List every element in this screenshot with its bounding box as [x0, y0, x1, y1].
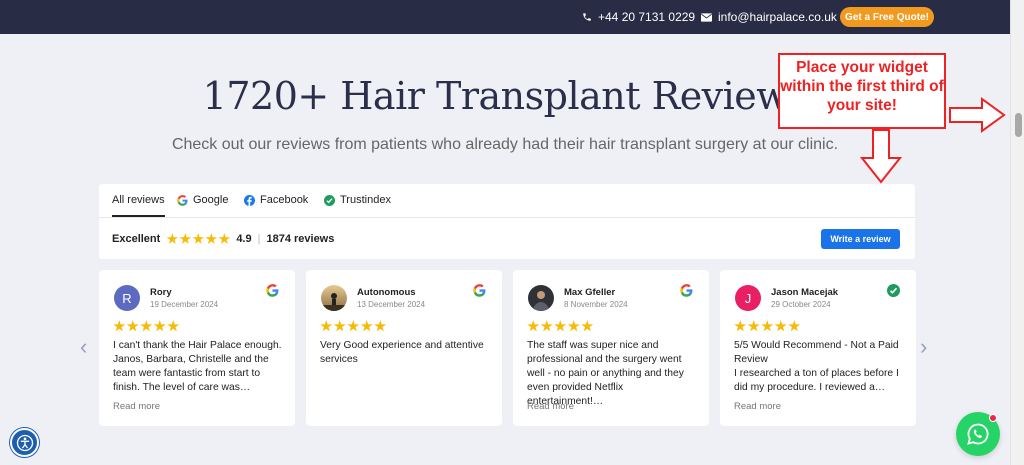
review-count: 1874 reviews — [266, 233, 335, 245]
rating-label: Excellent — [112, 233, 161, 245]
rating-separator: | — [257, 233, 261, 245]
arrow-down-icon — [860, 129, 902, 184]
reviewer-name: Max Gfeller — [564, 287, 616, 298]
review-card: J Jason Macejak 29 October 2024 5/5 Woul… — [720, 270, 916, 426]
rating-summary: Excellent 4.9 | 1874 reviews — [112, 233, 334, 245]
star-icon — [540, 320, 553, 332]
review-stars — [113, 320, 180, 333]
star-icon — [761, 320, 774, 332]
star-icon — [527, 320, 540, 332]
review-card: Max Gfeller 8 November 2024 The staff wa… — [513, 270, 709, 426]
star-icon — [113, 320, 126, 332]
google-icon — [177, 194, 188, 206]
tab-label: Google — [193, 194, 229, 206]
top-bar: +44 20 7131 0229 info@hairpalace.co.uk G… — [0, 0, 1010, 34]
whatsapp-icon — [967, 423, 989, 445]
reviewer-name: Rory — [150, 287, 172, 298]
review-date: 19 December 2024 — [150, 300, 219, 309]
star-icon — [218, 233, 231, 244]
trustindex-icon — [324, 194, 335, 206]
star-icon — [205, 233, 218, 244]
star-icon — [567, 320, 580, 332]
write-review-button[interactable]: Write a review — [821, 229, 900, 249]
star-icon — [347, 320, 360, 332]
star-icon — [747, 320, 760, 332]
tab-label: Trustindex — [340, 194, 391, 206]
star-icon — [374, 320, 387, 332]
star-icon — [153, 320, 166, 332]
facebook-icon — [244, 194, 255, 206]
review-text: Very Good experience and attentive servi… — [320, 340, 484, 365]
person-photo-icon — [533, 291, 549, 311]
read-more-link[interactable]: Read more — [113, 401, 160, 412]
star-icon — [166, 233, 179, 244]
reviewer-name: Jason Macejak — [771, 287, 839, 298]
reviews-widget: All reviews Google Facebook Trustindex E… — [99, 184, 915, 259]
summary-stars — [166, 233, 231, 245]
envelope-icon — [701, 12, 712, 22]
tab-trustindex[interactable]: Trustindex — [324, 194, 391, 206]
review-tabs: All reviews Google Facebook Trustindex — [99, 184, 915, 218]
notification-dot — [989, 414, 997, 422]
star-icon — [360, 320, 373, 332]
review-date: 29 October 2024 — [771, 300, 831, 309]
avatar: R — [114, 285, 140, 311]
phone-icon — [583, 13, 591, 21]
accessibility-button[interactable] — [10, 428, 39, 457]
review-card: Autonomous 13 December 2024 Very Good ex… — [306, 270, 502, 426]
star-icon — [333, 320, 346, 332]
star-icon — [320, 320, 333, 332]
avatar — [528, 285, 554, 311]
phone-number: +44 20 7131 0229 — [598, 10, 696, 24]
scrollbar-thumb[interactable] — [1015, 113, 1022, 137]
email-address: info@hairpalace.co.uk — [718, 10, 837, 24]
phone-link[interactable]: +44 20 7131 0229 — [582, 10, 695, 24]
google-icon — [266, 284, 279, 297]
google-icon — [680, 284, 693, 297]
star-icon — [581, 320, 594, 332]
star-icon — [167, 320, 180, 332]
star-icon — [788, 320, 801, 332]
trustindex-icon — [887, 284, 900, 297]
page-subtitle: Check out our reviews from patients who … — [171, 136, 839, 153]
review-text: The staff was super nice and professiona… — [527, 340, 684, 407]
star-icon — [774, 320, 787, 332]
person-silhouette-icon — [321, 293, 347, 311]
tab-facebook[interactable]: Facebook — [244, 194, 308, 206]
rating-value: 4.9 — [236, 233, 252, 245]
star-icon — [126, 320, 139, 332]
review-text: 5/5 Would Recommend - Not a Paid Review … — [734, 340, 899, 393]
carousel-prev-button[interactable]: ‹ — [80, 336, 87, 358]
star-icon — [554, 320, 567, 332]
avatar — [321, 285, 347, 311]
tab-all-reviews[interactable]: All reviews — [112, 194, 165, 217]
star-icon — [734, 320, 747, 332]
review-stars — [320, 320, 387, 333]
review-stars — [527, 320, 594, 333]
review-date: 13 December 2024 — [357, 300, 426, 309]
tab-google[interactable]: Google — [177, 194, 228, 206]
star-icon — [179, 233, 192, 244]
carousel-next-button[interactable]: › — [920, 336, 927, 358]
tab-label: All reviews — [112, 194, 165, 206]
review-card: R Rory 19 December 2024 I can't thank th… — [99, 270, 295, 426]
read-more-link[interactable]: Read more — [734, 401, 781, 412]
review-stars — [734, 320, 801, 333]
reviewer-name: Autonomous — [357, 287, 416, 298]
review-text: I can't thank the Hair Palace enough. Ja… — [113, 340, 282, 393]
star-icon — [140, 320, 153, 332]
annotation-callout: Place your widget within the first third… — [778, 53, 946, 129]
google-icon — [473, 284, 486, 297]
accessibility-icon — [16, 434, 33, 451]
page-scrollbar[interactable] — [1010, 0, 1024, 465]
read-more-link[interactable]: Read more — [527, 401, 574, 412]
arrow-right-icon — [949, 97, 1006, 133]
review-date: 8 November 2024 — [564, 300, 628, 309]
avatar: J — [735, 285, 761, 311]
star-icon — [192, 233, 205, 244]
free-quote-button[interactable]: Get a Free Quote! — [840, 7, 934, 27]
email-link[interactable]: info@hairpalace.co.uk — [701, 10, 837, 24]
tab-label: Facebook — [260, 194, 309, 206]
